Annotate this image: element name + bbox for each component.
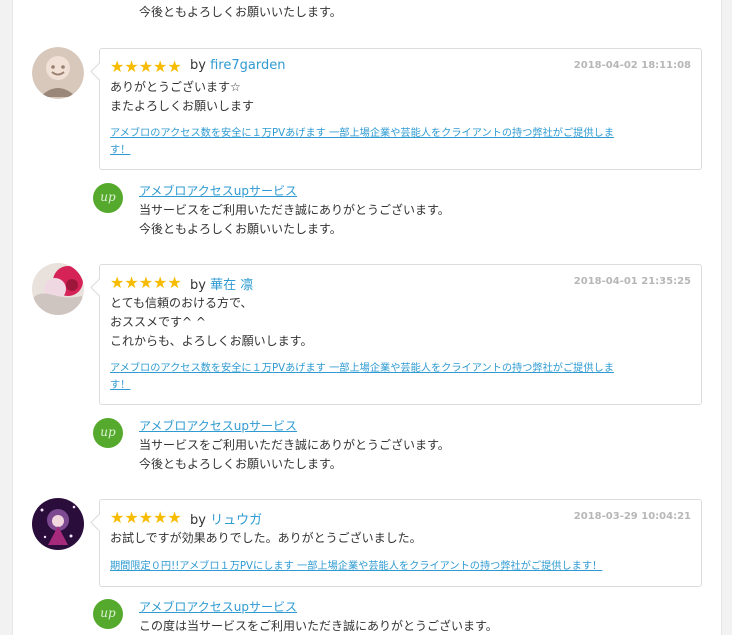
review-timestamp: 2018-03-29 10:04:21 [573, 511, 691, 522]
review-timestamp: 2018-04-01 21:35:25 [573, 276, 691, 287]
review-timestamp: 2018-04-02 18:11:08 [573, 60, 691, 71]
user-avatar[interactable] [32, 498, 84, 550]
seller-up-icon[interactable]: up [93, 183, 123, 213]
review-list: 今後ともよろしくお願いいたします。 ★★★★★ by fire7garden 2… [12, 0, 722, 635]
service-link[interactable]: アメブロのアクセス数を安全に１万PVあげます 一部上場企業や芸能人をクライアント… [110, 125, 614, 159]
rating-stars: ★★★★★ [110, 273, 182, 292]
seller-reply-text: 当サービスをご利用いただき誠にありがとうございます。 今後ともよろしくお願いいた… [139, 438, 450, 471]
seller-name-link[interactable]: アメブロアクセスupサービス [139, 182, 297, 199]
seller-name-link[interactable]: アメブロアクセスupサービス [139, 417, 297, 434]
seller-reply-text: この度は当サービスをご利用いただき誠にありがとうございます。 [139, 619, 498, 633]
reviewer-link[interactable]: 華在 凛 [210, 278, 253, 293]
reviewer-link[interactable]: fire7garden [210, 58, 285, 73]
service-link[interactable]: アメブロのアクセス数を安全に１万PVあげます 一部上場企業や芸能人をクライアント… [110, 360, 614, 394]
user-avatar[interactable] [32, 47, 84, 99]
review-message: とても信頼のおける方で、 おススメです^ ^ これからも、よろしくお願いします。 [110, 296, 313, 348]
review-card: ★★★★★ by fire7garden 2018-04-02 18:11:08… [99, 48, 702, 170]
review-card: ★★★★★ by リュウガ 2018-03-29 10:04:21 お試しですが… [99, 499, 702, 587]
reviewer-link[interactable]: リュウガ [210, 513, 262, 528]
seller-name-link[interactable]: アメブロアクセスupサービス [139, 598, 297, 615]
review-message: お試しですが効果ありでした。ありがとうございました。 [110, 531, 422, 545]
service-link[interactable]: 期間限定０円!!アメブロ１万PVにします 一部上場企業や芸能人をクライアントの持… [110, 558, 602, 575]
reviewer: by fire7garden [190, 58, 286, 73]
user-avatar[interactable] [32, 263, 84, 315]
reviewer: by リュウガ [190, 513, 263, 528]
rating-stars: ★★★★★ [110, 57, 182, 76]
rating-stars: ★★★★★ [110, 508, 182, 527]
seller-up-icon[interactable]: up [93, 599, 123, 629]
previous-reply-text: 今後ともよろしくお願いいたします。 [139, 5, 342, 19]
seller-up-icon[interactable]: up [93, 418, 123, 448]
seller-reply-text: 当サービスをご利用いただき誠にありがとうございます。 今後ともよろしくお願いいた… [139, 203, 450, 236]
reviewer: by 華在 凛 [190, 278, 254, 293]
review-card: ★★★★★ by 華在 凛 2018-04-01 21:35:25 とても信頼の… [99, 264, 702, 405]
review-message: ありがとうございます☆ またよろしくお願いします [110, 80, 255, 113]
